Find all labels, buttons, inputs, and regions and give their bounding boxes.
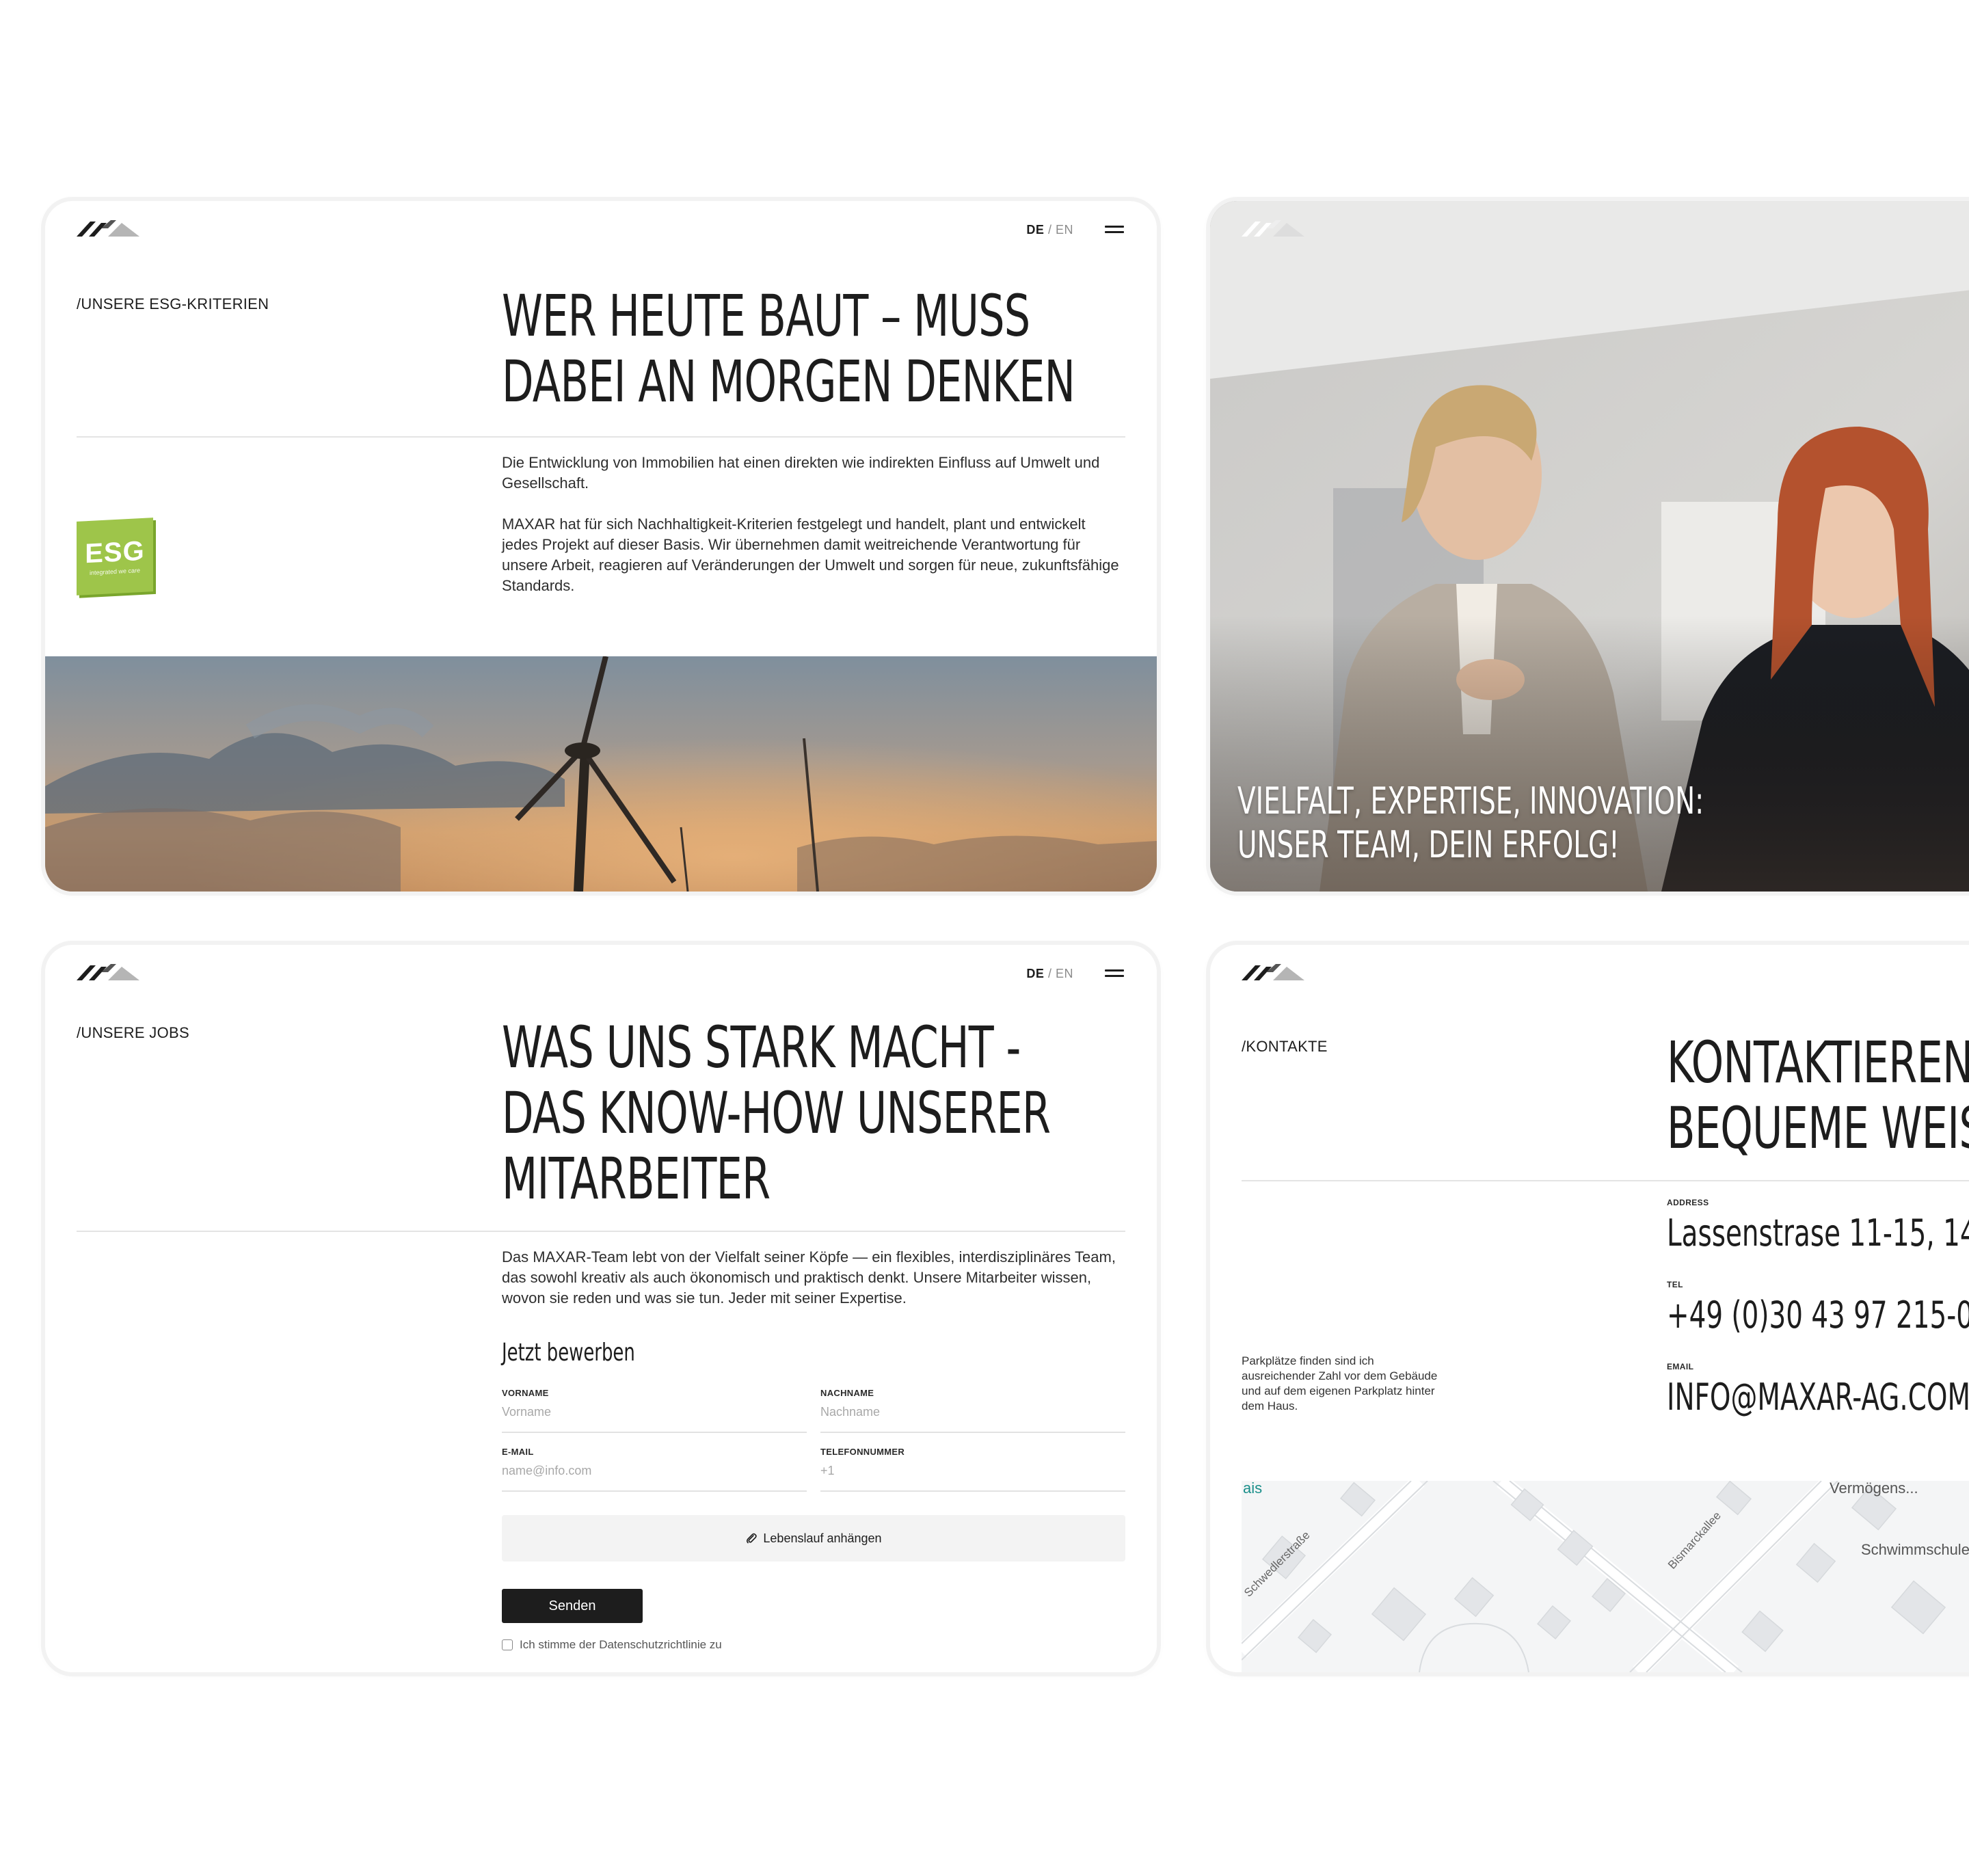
email-input[interactable] (502, 1464, 807, 1478)
email-label: EMAIL (1667, 1362, 1694, 1371)
team-hero-card: Vielfalt, Expertise, Innovation: unser T… (1210, 201, 1969, 892)
phone-input[interactable] (820, 1464, 1125, 1478)
divider (77, 1231, 1125, 1232)
page-title-line-1: Kontaktieren S (1667, 1029, 1969, 1096)
form-title: Jetzt bewerben (502, 1339, 635, 1367)
tel-link[interactable]: +49 (0)30 43 97 215-0 (1667, 1295, 1969, 1336)
contact-page-card: /KONTAKTE Kontaktieren S bequeme Weis Pa… (1210, 945, 1969, 1672)
location-map[interactable]: ais Vermögens... 1. Schwimmschule Schwed… (1242, 1481, 1969, 1672)
lastname-field: NACHNAME (820, 1388, 1125, 1433)
email-link[interactable]: info@maxar-ag.com (1667, 1377, 1969, 1418)
map-label: Vermögens... (1830, 1481, 1918, 1497)
jobs-description: Das MAXAR-Team lebt von der Vielfalt sei… (502, 1248, 1116, 1306)
send-button[interactable]: Senden (502, 1589, 643, 1623)
phone-field: TELEFONNUMMER (820, 1447, 1125, 1492)
lang-de[interactable]: DE (1026, 967, 1044, 980)
page-title-line-2: dabei an morgen denken (502, 348, 1075, 415)
paragraph: MAXAR hat für sich Nachhaltigkeit-Kriter… (502, 515, 1119, 594)
lang-en[interactable]: EN (1056, 223, 1073, 237)
map-label: ais (1243, 1481, 1263, 1497)
address-value: Lassenstrase 11-15, 141 (1667, 1211, 1969, 1255)
esg-badge-logo: ESG integrated we care (77, 518, 153, 595)
attach-cv-button[interactable]: Lebenslauf anhängen (502, 1515, 1125, 1562)
map-label: Schwimmschule (1861, 1541, 1969, 1558)
maxar-logo-icon[interactable] (1242, 219, 1304, 238)
maxar-logo-icon[interactable] (77, 219, 139, 238)
jobs-page-card: DE / EN /UNSERE JOBS Was uns stark macht… (45, 945, 1157, 1672)
menu-icon[interactable] (1105, 226, 1124, 234)
page-title-line-3: Mitarbeiter (502, 1145, 771, 1212)
section-label: /KONTAKTE (1242, 1038, 1328, 1055)
consent-checkbox[interactable] (502, 1639, 513, 1650)
paperclip-icon (747, 1533, 758, 1544)
hero-caption: Vielfalt, Expertise, Innovation: unser T… (1237, 779, 1704, 866)
language-switch[interactable]: DE / EN (1026, 223, 1073, 237)
address-label: ADDRESS (1667, 1198, 1709, 1207)
divider (1242, 1180, 1969, 1181)
esg-page-card: DE / EN /UNSERE ESG-KRITERIEN Wer heute … (45, 201, 1157, 892)
page-title-line-2: das Know-how unserer (502, 1080, 1051, 1147)
section-label: /UNSERE ESG-KRITERIEN (77, 295, 269, 312)
menu-icon[interactable] (1105, 969, 1124, 978)
paragraph: Die Entwicklung von Immobilien hat einen… (502, 454, 1100, 492)
email-field: E-MAIL (502, 1447, 807, 1492)
esg-description: Die Entwicklung von Immobilien hat einen… (502, 453, 1125, 617)
privacy-consent[interactable]: Ich stimme der Datenschutzrichtlinie zu (502, 1638, 722, 1652)
section-label: /UNSERE JOBS (77, 1024, 189, 1041)
wind-turbine-photo (45, 656, 1157, 892)
lastname-input[interactable] (820, 1405, 1125, 1419)
language-switch[interactable]: DE / EN (1026, 967, 1073, 981)
parking-info: Parkplätze finden sind ich ausreichender… (1242, 1354, 1438, 1412)
firstname-field: VORNAME (502, 1388, 807, 1433)
tel-label: TEL (1667, 1280, 1683, 1289)
maxar-logo-icon[interactable] (1242, 963, 1304, 982)
firstname-input[interactable] (502, 1405, 807, 1419)
page-title-line-1: Wer heute baut – muss (502, 282, 1030, 349)
maxar-logo-icon[interactable] (77, 963, 139, 982)
page-title-line-1: Was uns stark macht - (502, 1014, 1021, 1081)
lang-de[interactable]: DE (1026, 223, 1044, 237)
lang-en[interactable]: EN (1056, 967, 1073, 980)
divider (77, 436, 1125, 438)
page-title-line-2: bequeme Weis (1667, 1095, 1969, 1162)
